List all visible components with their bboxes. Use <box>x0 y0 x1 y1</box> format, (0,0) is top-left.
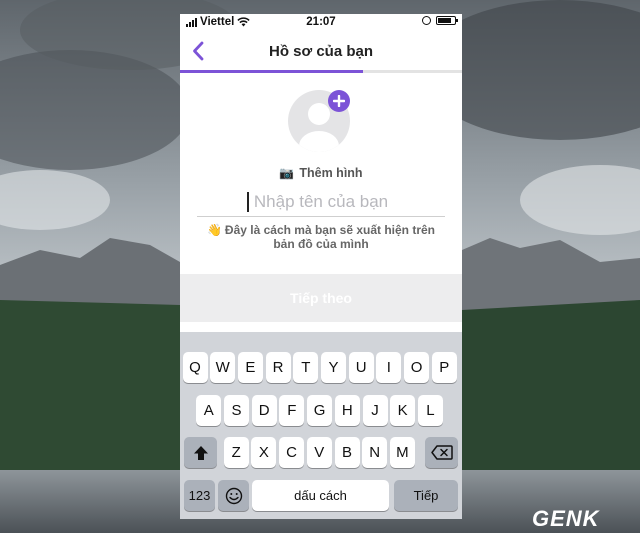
backspace-key[interactable] <box>425 437 458 468</box>
key-l[interactable]: L <box>417 395 443 426</box>
plus-icon <box>333 95 345 107</box>
key-p[interactable]: P <box>431 352 457 383</box>
rotation-lock-icon <box>422 16 431 25</box>
return-key[interactable]: Tiếp <box>394 480 458 511</box>
shift-key[interactable] <box>184 437 217 468</box>
key-n[interactable]: N <box>362 437 388 468</box>
phone-screen: Viettel 21:07 Hồ sơ của bạn 📷 Thêm hình … <box>180 14 462 519</box>
backspace-icon <box>430 445 453 460</box>
key-y[interactable]: Y <box>321 352 346 383</box>
key-q[interactable]: Q <box>182 352 208 383</box>
key-r[interactable]: R <box>265 352 291 383</box>
add-photo-button[interactable] <box>328 90 350 112</box>
progress-fill <box>180 70 364 73</box>
space-key[interactable]: dấu cách <box>252 480 389 511</box>
add-photo-link[interactable]: 📷 Thêm hình <box>180 166 462 180</box>
key-s[interactable]: S <box>224 395 249 426</box>
key-m[interactable]: M <box>389 437 415 468</box>
key-d[interactable]: D <box>251 395 277 426</box>
add-photo-text: Thêm hình <box>299 166 363 180</box>
key-k[interactable]: K <box>390 395 416 426</box>
key-g[interactable]: G <box>307 395 333 426</box>
numbers-key[interactable]: 123 <box>184 480 215 511</box>
navigation-bar: Hồ sơ của bạn <box>180 32 462 70</box>
battery-icon <box>436 16 458 25</box>
progress-bar <box>180 70 462 73</box>
shift-icon <box>193 445 208 460</box>
page-title: Hồ sơ của bạn <box>268 43 374 60</box>
hint-line-1: Đây là cách mà bạn sẽ xuất hiện trên <box>224 223 436 237</box>
emoji-key[interactable] <box>218 480 249 511</box>
name-hint: 👋 Đây là cách mà bạn sẽ xuất hiện trên bả… <box>194 223 448 251</box>
emoji-icon <box>225 487 242 504</box>
waving-hand-icon: 👋 <box>206 223 222 237</box>
key-a[interactable]: A <box>196 395 222 426</box>
avatar-section <box>288 90 354 156</box>
next-button[interactable]: Tiếp theo <box>180 274 462 322</box>
key-h[interactable]: H <box>334 395 360 426</box>
key-c[interactable]: C <box>279 437 305 468</box>
key-i[interactable]: I <box>376 352 402 383</box>
key-b[interactable]: B <box>334 437 360 468</box>
key-z[interactable]: Z <box>223 437 249 468</box>
key-x[interactable]: X <box>251 437 277 468</box>
key-e[interactable]: E <box>237 352 263 383</box>
hint-line-2: bản đồ của mình <box>273 237 369 251</box>
text-cursor <box>247 192 249 212</box>
key-f[interactable]: F <box>279 395 305 426</box>
camera-icon: 📷 <box>279 166 295 180</box>
key-v[interactable]: V <box>306 437 332 468</box>
key-w[interactable]: W <box>210 352 236 383</box>
clock: 21:07 <box>306 16 336 28</box>
name-input[interactable] <box>197 188 445 217</box>
key-t[interactable]: T <box>293 352 319 383</box>
genk-watermark: GENK <box>532 506 600 531</box>
key-u[interactable]: U <box>348 352 374 383</box>
key-j[interactable]: J <box>362 395 388 426</box>
status-bar: Viettel 21:07 <box>180 14 462 32</box>
on-screen-keyboard: 123 dấu cách Tiếp QWERTYUIOP ASDFGHJKL ZXC… <box>180 332 462 519</box>
key-o[interactable]: O <box>404 352 430 383</box>
